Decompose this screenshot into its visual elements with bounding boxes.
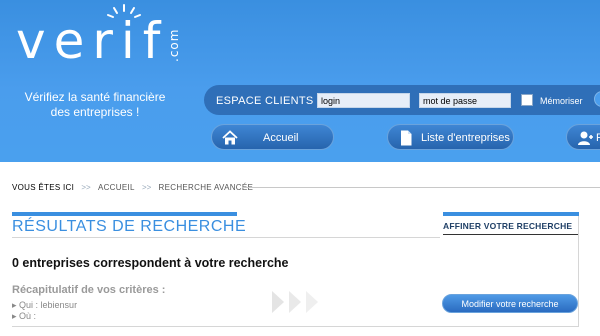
page-title: RÉSULTATS DE RECHERCHE	[12, 218, 247, 235]
nav-register-button[interactable]: R	[566, 124, 600, 150]
document-icon	[401, 130, 412, 146]
breadcrumb-current: RECHERCHE AVANCÉE	[158, 183, 254, 192]
breadcrumb-home-link[interactable]: ACCUEIL	[98, 183, 135, 192]
modify-search-button[interactable]: Modifier votre recherche	[442, 294, 578, 313]
bullet-icon: ▸	[12, 311, 20, 321]
nav-register-label: R	[596, 132, 600, 144]
breadcrumb-divider	[242, 187, 600, 188]
home-icon	[222, 130, 238, 145]
criteria-qui: ▸ Qui : lebiensur	[12, 300, 77, 311]
password-input[interactable]: mot de passe	[419, 93, 511, 108]
results-count: 0 entreprises correspondent à votre rech…	[12, 256, 289, 270]
results-title-accent	[12, 212, 237, 216]
remember-label: Mémoriser	[540, 96, 583, 106]
nav-liste-button[interactable]: Liste d'entreprises	[387, 124, 514, 150]
add-user-icon	[578, 131, 593, 145]
criteria-ou-text: Où :	[19, 311, 37, 321]
logo-suffix: .com	[167, 28, 181, 62]
tagline-line-2: des entreprises !	[50, 105, 140, 119]
client-area-label: ESPACE CLIENTS	[216, 95, 314, 107]
breadcrumb-separator: >>	[141, 183, 152, 192]
nav-liste-label: Liste d'entreprises	[421, 132, 510, 144]
criteria-summary-title: Récapitulatif de vos critères :	[12, 284, 166, 296]
remember-checkbox[interactable]	[521, 94, 533, 106]
tagline: Vérifiez la santé financière des entrepr…	[10, 90, 180, 120]
criteria-ou: ▸ Où :	[12, 311, 36, 322]
breadcrumb-separator: >>	[81, 183, 91, 192]
login-input[interactable]: login	[317, 93, 410, 108]
criteria-qui-text: Qui : lebiensur	[19, 300, 78, 310]
breadcrumb-here-label: VOUS ÊTES ICI	[12, 183, 75, 192]
refine-divider	[443, 234, 579, 235]
site-header: verif .com Vérifiez la santé financière …	[0, 0, 600, 162]
results-bottom-divider	[12, 326, 579, 327]
nav-accueil-button[interactable]: Accueil	[211, 124, 334, 150]
refine-search-title[interactable]: AFFINER VOTRE RECHERCHE	[443, 221, 572, 231]
triple-arrow-icon	[272, 291, 318, 313]
results-title-divider	[12, 237, 440, 238]
breadcrumb: VOUS ÊTES ICI >> ACCUEIL >> RECHERCHE AV…	[12, 183, 253, 192]
tagline-line-1: Vérifiez la santé financière	[24, 90, 166, 104]
bullet-icon: ▸	[12, 300, 20, 310]
refine-accent	[443, 212, 579, 216]
nav-accueil-label: Accueil	[263, 132, 299, 144]
site-logo[interactable]: verif	[16, 14, 168, 68]
refine-panel-border	[578, 216, 579, 326]
